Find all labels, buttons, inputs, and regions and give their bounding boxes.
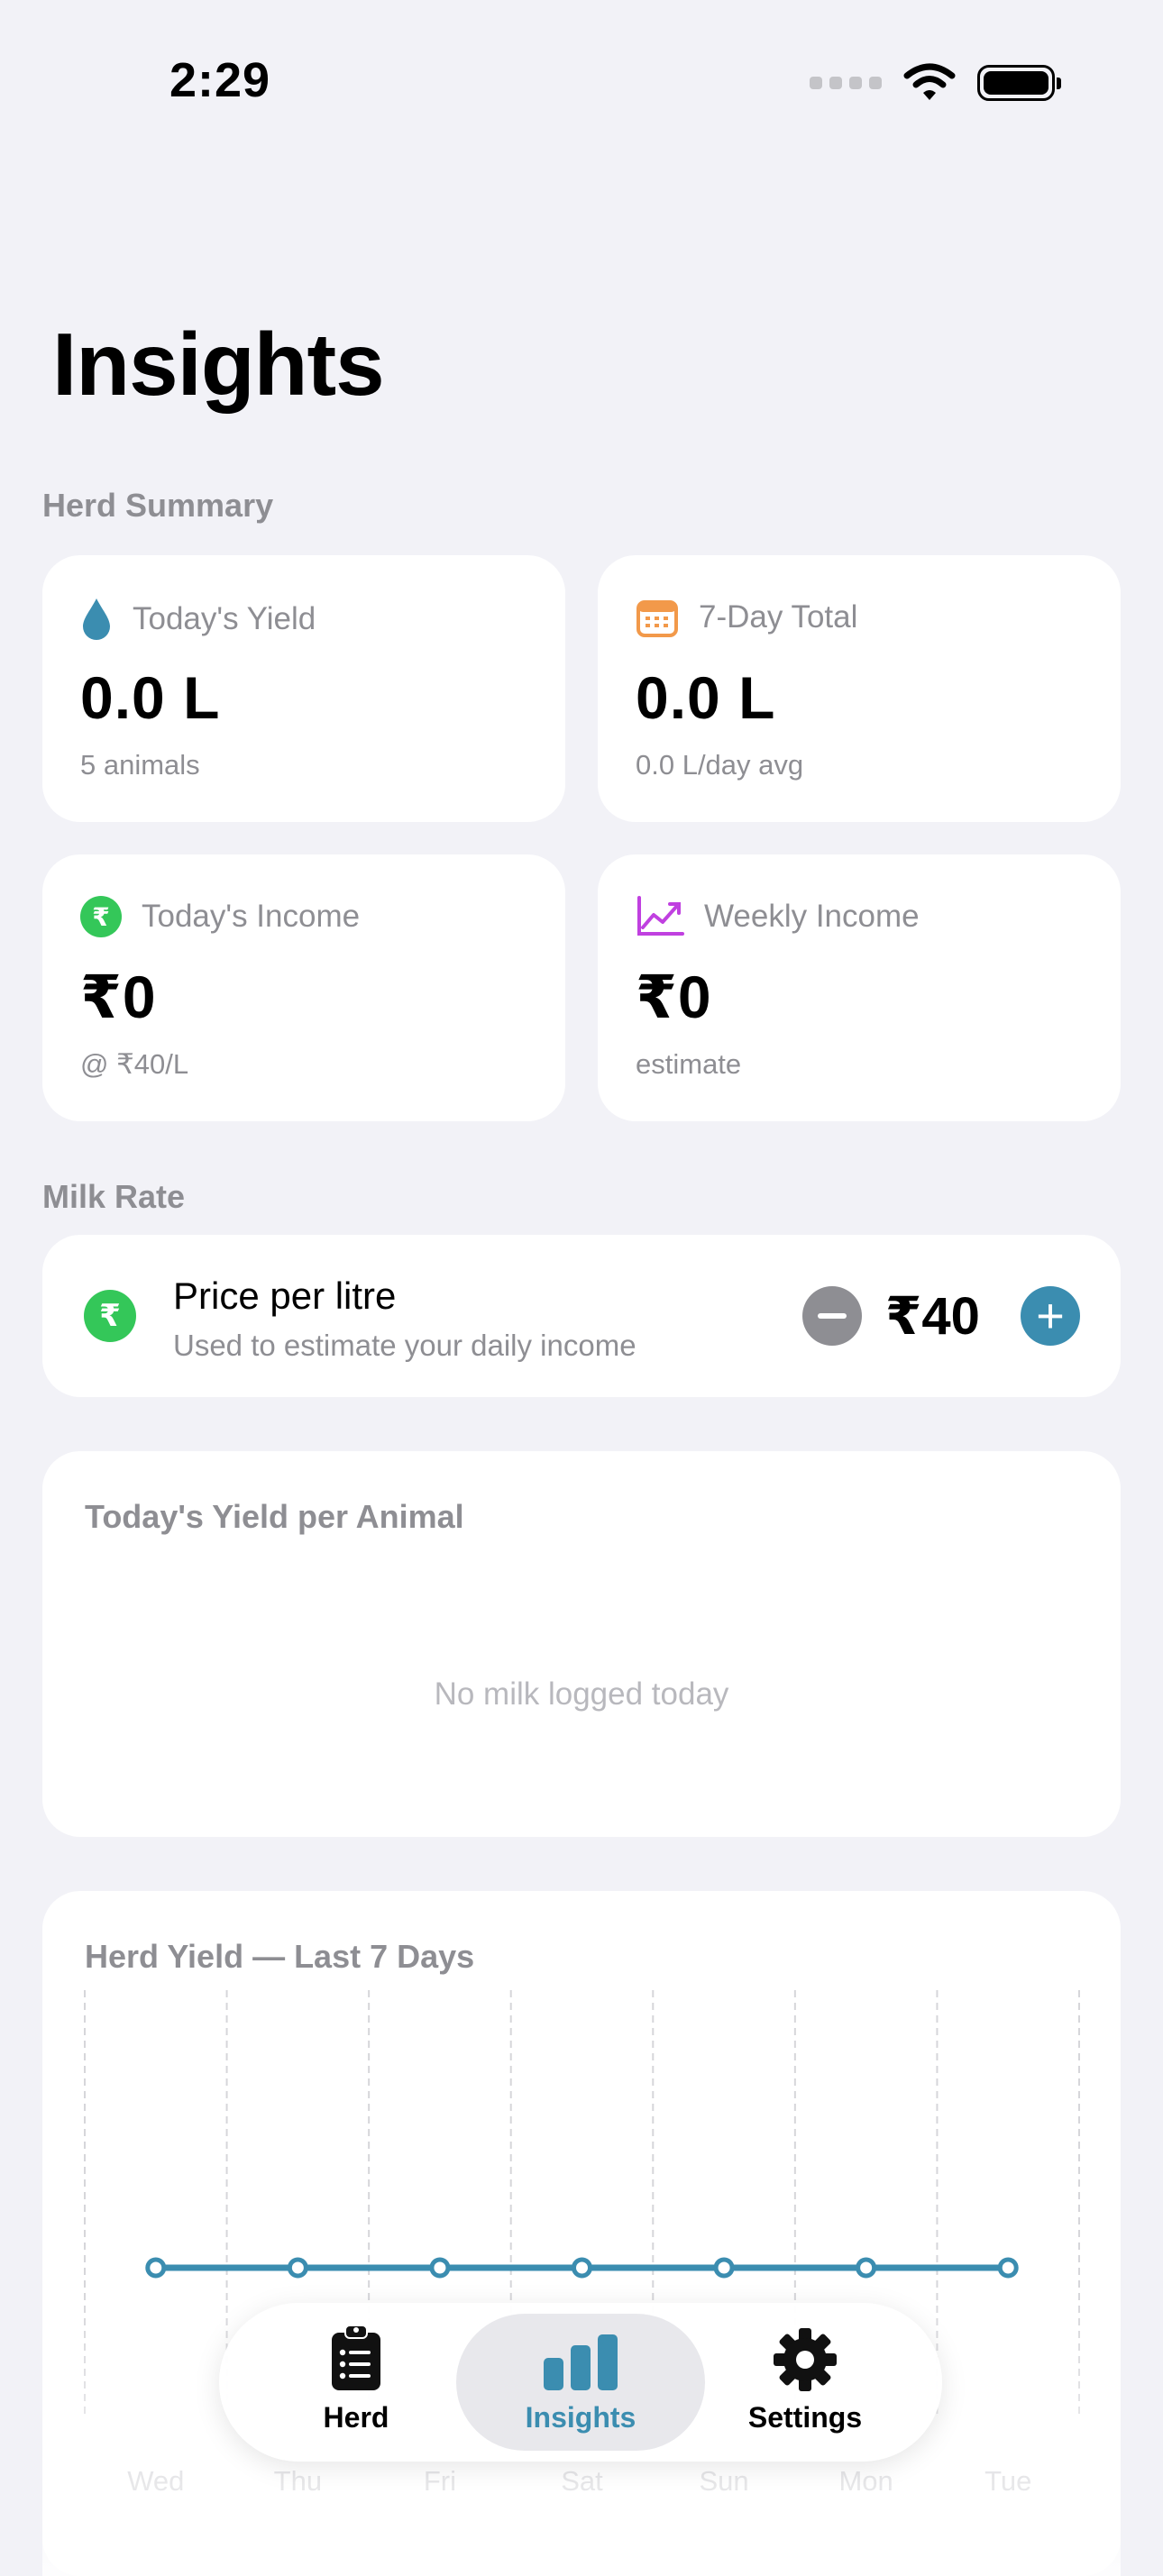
herd-summary-label: Herd Summary	[42, 487, 274, 524]
wifi-icon	[903, 63, 956, 100]
todays-income-card[interactable]: ₹ Today's Income ₹0 @ ₹40/L	[42, 854, 565, 1121]
gear-icon	[774, 2328, 837, 2391]
price-per-litre-title: Price per litre	[173, 1274, 397, 1317]
stat-value: 0.0 L	[636, 664, 776, 731]
data-point[interactable]	[713, 2257, 735, 2279]
stat-value: 0.0 L	[80, 664, 221, 731]
x-tick-label: Mon	[838, 2465, 893, 2497]
milk-rate-label: Milk Rate	[42, 1178, 186, 1215]
stat-label: Today's Yield	[133, 601, 316, 636]
rupee-circle-icon: ₹	[80, 896, 122, 937]
rate-value: ₹40	[885, 1287, 980, 1346]
data-point[interactable]	[572, 2257, 592, 2279]
stat-label: Weekly Income	[704, 899, 920, 934]
data-point[interactable]	[856, 2257, 877, 2279]
stat-value: ₹0	[80, 964, 157, 1030]
yield-per-animal-card: Today's Yield per Animal No milk logged …	[42, 1451, 1121, 1837]
trend-chart-icon	[637, 896, 684, 936]
stat-subtext: @ ₹40/L	[80, 1048, 189, 1080]
tab-label: Settings	[747, 2401, 863, 2434]
stat-label: 7-Day Total	[699, 599, 858, 635]
x-tick-label: Thu	[274, 2465, 322, 2497]
data-point[interactable]	[997, 2257, 1019, 2279]
stat-subtext: 0.0 L/day avg	[636, 749, 804, 781]
rupee-circle-icon: ₹	[84, 1290, 136, 1342]
x-tick-label: Wed	[127, 2465, 184, 2497]
data-point[interactable]	[429, 2257, 451, 2279]
decrease-rate-button[interactable]	[802, 1286, 862, 1346]
increase-rate-button[interactable]: +	[1021, 1286, 1080, 1346]
herd-yield-chart-card: Herd Yield — Last 7 Days Wed Thu Fri Sat Sun…	[42, 1891, 1121, 2576]
data-point[interactable]	[287, 2257, 308, 2279]
stat-subtext: estimate	[636, 1048, 742, 1080]
stat-value: ₹0	[636, 964, 712, 1030]
minus-icon	[818, 1313, 847, 1319]
data-point[interactable]	[145, 2257, 167, 2279]
x-tick-label: Sat	[561, 2465, 603, 2497]
stat-subtext: 5 animals	[80, 749, 200, 781]
cellular-signal-icon	[810, 77, 882, 89]
bar-chart-icon	[544, 2334, 618, 2390]
weekly-income-card[interactable]: Weekly Income ₹0 estimate	[598, 854, 1121, 1121]
drop-icon	[83, 598, 110, 640]
calendar-icon	[636, 600, 678, 637]
tab-label: Herd	[323, 2401, 389, 2434]
tab-label: Insights	[525, 2401, 636, 2434]
tab-herd[interactable]: Herd	[232, 2314, 481, 2451]
empty-state-text: No milk logged today	[434, 1676, 729, 1712]
battery-icon	[977, 65, 1061, 101]
tab-insights[interactable]: Insights	[456, 2314, 705, 2451]
milk-rate-card: ₹ Price per litre Used to estimate your …	[42, 1235, 1121, 1397]
x-tick-label: Sun	[699, 2465, 748, 2497]
clipboard-list-icon	[332, 2325, 380, 2390]
tab-bar: Herd Insights Settings	[219, 2303, 942, 2462]
stat-label: Today's Income	[142, 899, 361, 934]
page-title: Insights	[52, 315, 385, 414]
seven-day-total-card[interactable]: 7-Day Total 0.0 L 0.0 L/day avg	[598, 555, 1121, 822]
price-per-litre-subtitle: Used to estimate your daily income	[173, 1329, 636, 1362]
x-tick-label: Fri	[424, 2465, 456, 2497]
todays-yield-card[interactable]: Today's Yield 0.0 L 5 animals	[42, 555, 565, 822]
yield-per-animal-title: Today's Yield per Animal	[85, 1498, 464, 1535]
x-tick-label: Tue	[984, 2465, 1031, 2497]
tab-settings[interactable]: Settings	[681, 2314, 929, 2451]
status-time: 2:29	[169, 53, 271, 107]
chart-title: Herd Yield — Last 7 Days	[85, 1938, 475, 1975]
